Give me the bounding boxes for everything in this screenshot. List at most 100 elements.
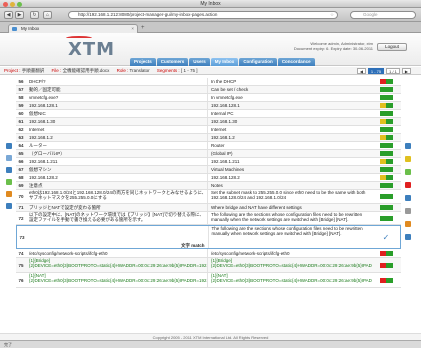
status-badge[interactable] (379, 205, 393, 210)
view-icon[interactable] (6, 155, 12, 161)
search-icon[interactable] (405, 234, 411, 240)
table-row[interactable]: 66 192.168.1.211 192.168.1.211 (16, 158, 401, 166)
arrow-icon[interactable] (6, 167, 12, 173)
close-tab-icon[interactable]: × (131, 25, 134, 33)
match-icon[interactable] (405, 156, 411, 162)
table-row[interactable]: 60 仮想NIC Internal PC (16, 110, 401, 118)
table-row[interactable]: 69 注意点 Notes (16, 182, 401, 190)
nav-tab-customers[interactable]: Customers (156, 58, 189, 66)
confirm-check-icon[interactable]: ✓ (383, 233, 390, 241)
nav-tab-users[interactable]: Users (189, 58, 210, 66)
comment-icon[interactable] (405, 208, 411, 214)
status-badge[interactable] (379, 167, 393, 172)
table-row[interactable]: 63 192.168.1.2 192.168.1.2 (16, 134, 401, 142)
home-button[interactable]: ⌂ (43, 11, 52, 19)
target-editor-input[interactable]: The following are the sections whose con… (209, 226, 373, 248)
table-row[interactable]: 70 eth0は192.168.1.0/24と192.168.128.0/24の両… (16, 190, 401, 204)
check-icon[interactable] (6, 179, 12, 185)
history-icon[interactable] (405, 221, 411, 227)
table-row[interactable]: 58 vmnetcfg.exe? In vmnetcfg.exe (16, 94, 401, 102)
segment-status[interactable] (372, 118, 400, 125)
nav-tab-configuration[interactable]: Configuration (239, 58, 277, 66)
address-bar[interactable]: http://192.168.1.212:8080/project-manage… (68, 11, 338, 19)
status-badge[interactable] (379, 95, 393, 100)
table-row[interactable]: 61 192.168.1.30 192.168.1.30 (16, 118, 401, 126)
status-badge[interactable] (379, 151, 393, 156)
table-row[interactable]: 75 {1}[Bridge]{2}DEVICE=eth0{3}BOOTPROTO=… (16, 258, 401, 273)
segment-status[interactable] (372, 158, 400, 165)
pager-prev-button[interactable]: ◀ (356, 68, 366, 74)
segment-status[interactable] (372, 86, 400, 93)
table-row[interactable]: 64 ルーター Router (16, 142, 401, 150)
logout-button[interactable]: Logout (377, 43, 407, 51)
confirm-icon[interactable] (405, 169, 411, 175)
table-row[interactable]: 74/etc/sysconfig/network-scripts/ifcfg-e… (16, 249, 401, 258)
nav-tab-concordance[interactable]: Concordance (277, 58, 315, 66)
segment-status[interactable] (372, 134, 400, 141)
copy-icon[interactable] (405, 143, 411, 149)
segment-status[interactable] (372, 166, 400, 173)
close-window-icon[interactable] (3, 1, 8, 7)
minimize-window-icon[interactable] (10, 1, 15, 7)
table-row[interactable]: 67 仮想マシン Virtual Machines (16, 166, 401, 174)
forward-button[interactable]: ▶ (15, 11, 24, 19)
status-badge[interactable] (379, 143, 393, 148)
segment-status[interactable]: ✓ (372, 226, 400, 248)
reject-icon[interactable] (405, 182, 411, 188)
status-badge[interactable] (379, 103, 393, 108)
pager-page[interactable]: 1 / 1 (386, 68, 400, 74)
new-tab-button[interactable]: + (141, 25, 145, 31)
segment-status[interactable] (372, 190, 400, 203)
tag-icon[interactable] (405, 195, 411, 201)
zoom-window-icon[interactable] (17, 1, 22, 7)
table-row[interactable]: 71 ブリッジとNATで設定が変わる箇所 Where bridge and NAT … (16, 204, 401, 212)
table-row[interactable]: 56 DHCP/? In the DHCP (16, 78, 401, 86)
table-row[interactable]: 72 以下の設定中に、[NAT]のネットワーク環境では【ブリッジ】[NAT]で切り… (16, 212, 401, 225)
table-row[interactable]: 65 （グローバルIP） (Global IP) (16, 150, 401, 158)
table-row[interactable]: 62 Internet Internet (16, 126, 401, 134)
back-button[interactable]: ◀ (4, 11, 13, 19)
bookmark-star-icon[interactable]: ☆ (330, 12, 334, 18)
filter-icon[interactable] (6, 143, 12, 149)
segment-status[interactable] (372, 94, 400, 101)
segment-status[interactable] (372, 273, 400, 287)
table-row[interactable]: 76 {1}[NAT]{2}DEVICE=eth0{3}BOOTPROTO=sta… (16, 273, 401, 288)
segment-status[interactable] (372, 204, 400, 211)
segment-status[interactable] (372, 212, 400, 224)
segment-status[interactable] (372, 182, 400, 189)
nav-tab-my-inbox[interactable]: My Inbox (210, 58, 239, 66)
status-badge[interactable] (379, 183, 393, 188)
status-badge[interactable] (379, 127, 393, 132)
segment-status[interactable] (372, 258, 400, 272)
status-badge[interactable] (379, 175, 393, 180)
status-badge[interactable] (379, 119, 393, 124)
segment-status[interactable] (372, 150, 400, 157)
status-badge[interactable] (379, 250, 393, 256)
status-badge[interactable] (379, 262, 393, 268)
segment-status[interactable] (372, 78, 400, 85)
table-row[interactable]: 57 動的／固定可能 Can be set / check (16, 86, 401, 94)
reload-button[interactable]: ↻ (30, 11, 39, 19)
browser-tab[interactable]: My Inbox × (8, 24, 138, 33)
status-badge[interactable] (379, 159, 393, 164)
settings-icon[interactable] (6, 203, 12, 209)
search-input[interactable]: Google (350, 11, 416, 19)
table-row[interactable]: 68 192.168.128.2 192.168.128.2 (16, 174, 401, 182)
segment-status[interactable] (372, 102, 400, 109)
status-badge[interactable] (379, 277, 393, 283)
segment-status[interactable] (372, 142, 400, 149)
pager-next-button[interactable]: ▶ (401, 68, 411, 74)
status-badge[interactable] (379, 135, 393, 140)
nav-tab-projects[interactable]: Projects (130, 58, 156, 66)
status-badge[interactable] (379, 79, 393, 84)
status-badge[interactable] (379, 111, 393, 116)
edit-icon[interactable] (6, 191, 12, 197)
segment-status[interactable] (372, 126, 400, 133)
segment-status[interactable] (372, 174, 400, 181)
table-row[interactable]: 59 192.168.128.1 192.168.128.1 (16, 102, 401, 110)
table-row[interactable]: 73 文字 match The following are the sections… (16, 225, 401, 249)
status-badge[interactable] (379, 215, 393, 221)
status-badge[interactable] (379, 194, 393, 199)
pager-range[interactable]: 1 - 75 (367, 68, 385, 74)
segment-status[interactable] (372, 110, 400, 117)
